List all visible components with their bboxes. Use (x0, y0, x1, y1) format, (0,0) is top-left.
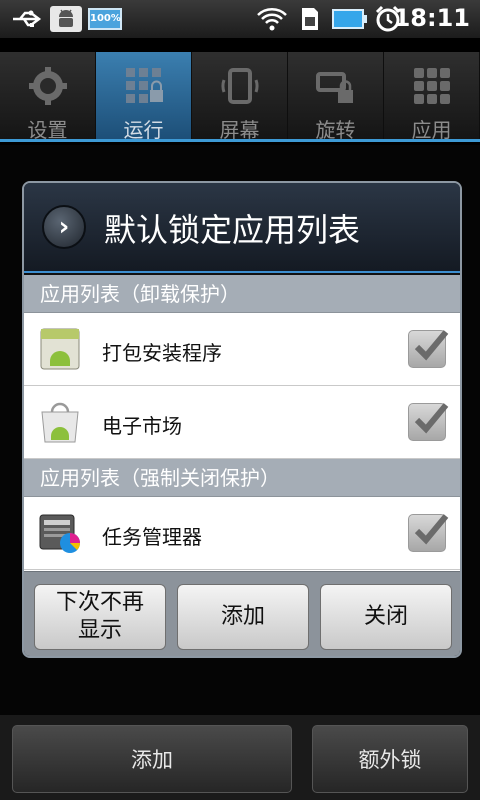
grid-lock-icon (124, 66, 164, 106)
battery-percent-text: 100% (88, 8, 122, 30)
rotate-lock-icon (315, 66, 356, 106)
app-list[interactable]: 应用列表（卸载保护） 打包安装程序 电子市场 应用列表（强制关闭保护） 任务管理… (24, 275, 460, 571)
apps-grid-icon (412, 66, 452, 106)
clock-time: 18:11 (393, 4, 470, 32)
task-manager-icon (38, 511, 82, 555)
close-button[interactable]: 关闭 (320, 584, 452, 650)
bottom-bar: 添加 额外锁 (0, 715, 480, 800)
lock-list-dialog: › 默认锁定应用列表 应用列表（卸载保护） 打包安装程序 电子市场 应用列表（强… (22, 181, 462, 658)
app-label: 打包安装程序 (102, 341, 222, 365)
add-button[interactable]: 添加 (177, 584, 309, 650)
app-label: 电子市场 (102, 414, 182, 438)
package-installer-icon (38, 327, 82, 371)
tab-label: 旋转 (315, 118, 356, 142)
screen-rotate-icon (220, 66, 260, 106)
dont-show-again-button[interactable]: 下次不再 显示 (34, 584, 166, 650)
dialog-title: 默认锁定应用列表 (104, 211, 361, 249)
tab-apps[interactable]: 应用 (384, 52, 480, 142)
tab-bar: 设置 运行 屏幕 旋转 应用 (0, 52, 480, 142)
checkbox[interactable] (408, 403, 449, 441)
sim-icon (298, 6, 322, 32)
tab-settings[interactable]: 设置 (0, 52, 96, 142)
checkbox[interactable] (408, 514, 449, 552)
chevron-right-icon: › (42, 205, 86, 249)
wifi-icon (256, 6, 288, 32)
bottom-add-button[interactable]: 添加 (12, 725, 292, 793)
tab-screen[interactable]: 屏幕 (192, 52, 288, 142)
list-item[interactable]: 打包安装程序 (24, 313, 460, 386)
tab-running[interactable]: 运行 (96, 52, 192, 142)
tab-label: 运行 (123, 118, 164, 142)
battery-icon (332, 6, 368, 32)
tab-rotate[interactable]: 旋转 (288, 52, 384, 142)
section-header-uninstall: 应用列表（卸载保护） (24, 275, 460, 313)
usb-icon (10, 6, 44, 32)
checkbox[interactable] (408, 330, 449, 368)
extra-lock-button[interactable]: 额外锁 (312, 725, 468, 793)
market-bag-icon (38, 400, 82, 444)
section-header-force-close: 应用列表（强制关闭保护） (24, 459, 460, 497)
tab-label: 屏幕 (219, 118, 260, 142)
list-item[interactable]: 电子市场 (24, 386, 460, 459)
battery-full-icon: 100% (88, 6, 122, 32)
tab-label: 设置 (27, 118, 68, 142)
android-debug-icon (50, 6, 82, 32)
dialog-header: › 默认锁定应用列表 (24, 183, 460, 273)
gear-icon (28, 66, 68, 106)
tab-label: 应用 (411, 118, 452, 142)
list-item[interactable]: 任务管理器 (24, 497, 460, 570)
app-label: 任务管理器 (102, 525, 202, 549)
status-bar: 100% 18:11 (0, 0, 480, 38)
dialog-button-bar: 下次不再 显示 添加 关闭 (24, 571, 460, 656)
